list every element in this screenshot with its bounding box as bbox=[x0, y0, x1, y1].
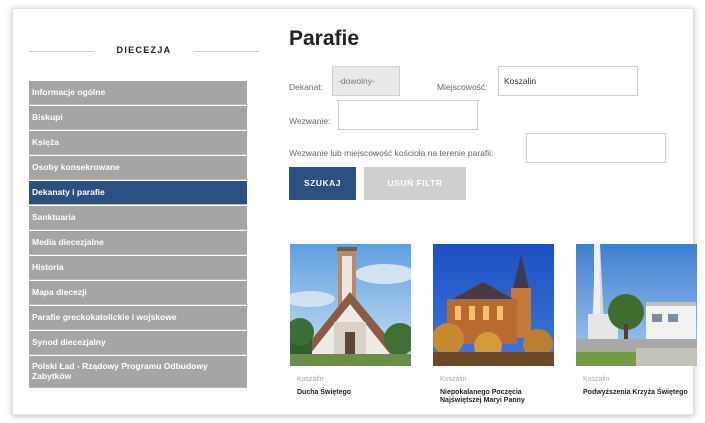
combined-search-label: Wezwanie lub miejscowość kościoła na ter… bbox=[289, 148, 494, 158]
page-title: Parafie bbox=[289, 27, 360, 50]
card-city: Koszalin bbox=[583, 376, 610, 383]
page-frame: DIECEZJA Informacje ogólne Biskupi Księż… bbox=[12, 8, 697, 415]
card-parish-name[interactable]: Podwyższenia Krzyża Świętego bbox=[583, 389, 697, 397]
sidebar-item-sanktuaria[interactable]: Sanktuaria bbox=[29, 206, 247, 230]
church-photo[interactable] bbox=[433, 244, 554, 366]
sidebar-item-media[interactable]: Media diecezjalne bbox=[29, 231, 247, 255]
clear-filter-button[interactable]: USUŃ FILTR bbox=[364, 167, 466, 200]
card-parish-name[interactable]: Ducha Świętego bbox=[297, 389, 411, 397]
sidebar-title: DIECEZJA bbox=[116, 45, 172, 55]
church-photo[interactable] bbox=[576, 244, 697, 366]
divider bbox=[194, 51, 259, 52]
sidebar-item-polski-lad[interactable]: Polski Ład - Rządowy Programu Odbudowy Z… bbox=[29, 356, 247, 388]
card-city: Koszalin bbox=[297, 376, 324, 383]
parish-card[interactable]: Koszalin Ducha Świętego bbox=[290, 244, 411, 397]
church-image bbox=[576, 244, 697, 366]
parish-card[interactable]: Koszalin Niepokalanego Poczęcia Najświęt… bbox=[433, 244, 554, 405]
sidebar: DIECEZJA Informacje ogólne Biskupi Księż… bbox=[29, 41, 259, 388]
sidebar-item-osoby-konsekrowane[interactable]: Osoby konsekrowane bbox=[29, 156, 247, 180]
church-photo[interactable] bbox=[290, 244, 411, 366]
dekanat-select[interactable]: -dowolny- bbox=[332, 66, 400, 96]
church-image bbox=[433, 244, 554, 366]
sidebar-item-dekanaty-i-parafie[interactable]: Dekanaty i parafie bbox=[29, 181, 247, 205]
sidebar-item-historia[interactable]: Historia bbox=[29, 256, 247, 280]
sidebar-menu: Informacje ogólne Biskupi Księża Osoby k… bbox=[29, 81, 247, 389]
card-city: Koszalin bbox=[440, 376, 467, 383]
sidebar-item-parafie-greckokatolickie[interactable]: Parafie greckokatolickie i wojskowe bbox=[29, 306, 247, 330]
dekanat-label: Dekanat: bbox=[289, 82, 324, 92]
sidebar-header: DIECEZJA bbox=[29, 41, 259, 61]
sidebar-item-mapa[interactable]: Mapa diecezji bbox=[29, 281, 247, 305]
combined-search-input[interactable] bbox=[526, 133, 666, 163]
search-button[interactable]: SZUKAJ bbox=[289, 167, 356, 200]
wezwanie-input[interactable] bbox=[338, 100, 478, 130]
sidebar-item-synod[interactable]: Synod diecezjalny bbox=[29, 331, 247, 355]
parish-card[interactable]: Koszalin Podwyższenia Krzyża Świętego bbox=[576, 244, 697, 397]
wezwanie-label: Wezwanie: bbox=[289, 116, 331, 126]
sidebar-item-informacje[interactable]: Informacje ogólne bbox=[29, 81, 247, 105]
miejscowosc-input[interactable]: Koszalin bbox=[498, 66, 638, 96]
miejscowosc-label: Miejscowość: bbox=[437, 82, 488, 92]
sidebar-item-ksieza[interactable]: Księża bbox=[29, 131, 247, 155]
church-image bbox=[290, 244, 411, 366]
card-parish-name[interactable]: Niepokalanego Poczęcia Najświętszej Mary… bbox=[440, 389, 554, 405]
sidebar-item-biskupi[interactable]: Biskupi bbox=[29, 106, 247, 130]
